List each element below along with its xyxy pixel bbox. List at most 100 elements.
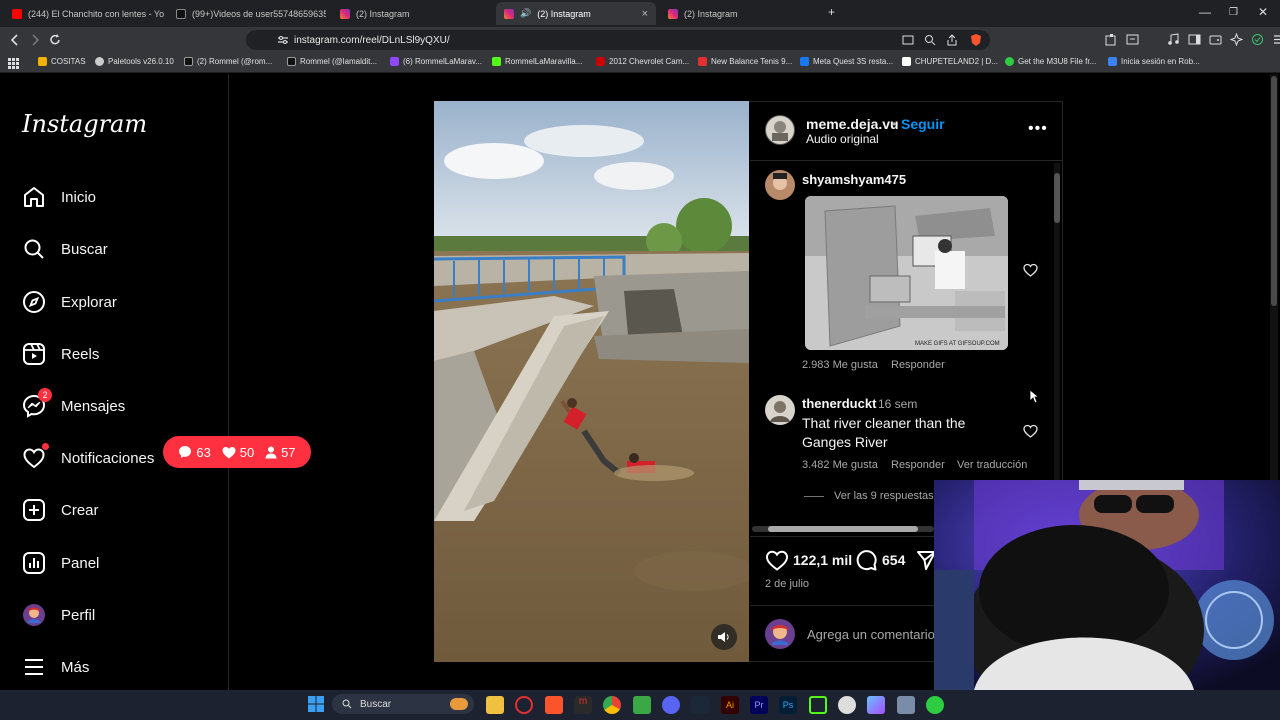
heart-icon[interactable] <box>1023 424 1038 438</box>
avatar[interactable] <box>765 395 795 425</box>
share-icon[interactable] <box>916 549 936 571</box>
address-bar[interactable]: instagram.com/reel/DLnLSl9yQXU/ <box>246 30 990 50</box>
extension-icon[interactable] <box>1126 33 1139 46</box>
comment-icon[interactable] <box>855 549 877 571</box>
leo-ai-icon[interactable] <box>1230 33 1243 46</box>
music-icon[interactable] <box>1167 33 1180 46</box>
extensions-icon[interactable] <box>1105 33 1118 46</box>
close-tab-icon[interactable]: × <box>642 8 648 20</box>
bookmark-item[interactable]: Meta Quest 3S resta... <box>800 57 893 66</box>
discord-icon[interactable] <box>662 696 680 714</box>
add-comment-input[interactable]: Agrega un comentario <box>807 627 935 642</box>
bookmark-item[interactable]: (6) RommelLaMarav... <box>390 57 482 66</box>
view-replies-button[interactable]: Ver las 9 respuestas <box>834 490 934 502</box>
bookmark-item[interactable]: RommelLaMaravilla... <box>492 57 582 66</box>
chrome-icon[interactable] <box>603 696 621 714</box>
avatar[interactable] <box>765 115 795 145</box>
bookmark-item[interactable]: Paletools v26.0.10 <box>95 57 174 66</box>
zoom-icon[interactable] <box>924 34 936 46</box>
scrollbar-thumb[interactable] <box>1054 173 1060 223</box>
scrollbar-thumb[interactable] <box>1271 76 1277 306</box>
premiere-icon[interactable]: Pr <box>750 696 768 714</box>
bookmark-item[interactable]: CHUPETELAND2 | D... <box>902 57 998 66</box>
comment-username[interactable]: shyamshyam475 <box>802 172 906 187</box>
opera-icon[interactable] <box>515 696 533 714</box>
comment-gif[interactable]: MAKE GIFS AT GIFSOUP.COM <box>805 196 1008 350</box>
comments-scrollbar[interactable] <box>1054 163 1060 523</box>
kick-icon[interactable] <box>809 696 827 714</box>
app-icon[interactable]: m <box>574 696 592 714</box>
forward-icon[interactable] <box>29 33 41 47</box>
avatar[interactable] <box>765 170 795 200</box>
bookmark-item[interactable]: Inicia sesión en Rob... <box>1108 57 1200 66</box>
menu-icon[interactable] <box>1272 33 1280 46</box>
browser-tab[interactable]: (99+)Videos de user55748659635 (@ <box>168 2 326 25</box>
site-settings-icon[interactable] <box>277 35 289 45</box>
vpn-icon[interactable] <box>1251 33 1264 46</box>
nav-item-create[interactable]: Crear <box>22 498 99 522</box>
volume-button[interactable] <box>711 624 737 650</box>
notifications-summary-pill[interactable]: 63 50 57 <box>163 436 311 468</box>
like-icon[interactable] <box>765 549 789 571</box>
apps-grid-icon[interactable] <box>8 58 19 69</box>
more-options-icon[interactable]: ••• <box>1028 120 1048 138</box>
follow-button[interactable]: Seguir <box>901 116 945 132</box>
illustrator-icon[interactable]: Ai <box>721 696 739 714</box>
instagram-logo[interactable]: Instagram <box>22 110 147 138</box>
audio-link[interactable]: Audio original <box>806 132 879 146</box>
heart-icon[interactable] <box>1023 263 1038 277</box>
share-icon[interactable] <box>946 34 958 46</box>
nav-item-search[interactable]: Buscar <box>22 237 108 261</box>
url-text[interactable]: instagram.com/reel/DLnLSl9yQXU/ <box>294 35 450 46</box>
browser-tab-active[interactable]: 🔊 (2) Instagram × <box>496 2 656 25</box>
bookmark-item[interactable]: Get the M3U8 File fr... <box>1005 57 1096 66</box>
browser-tab[interactable]: (244) El Chanchito con lentes - YouTu <box>4 2 164 25</box>
sidebar-icon[interactable] <box>1188 33 1201 46</box>
reload-icon[interactable] <box>48 33 62 47</box>
comment-likes[interactable]: 2.983 Me gusta <box>802 359 878 371</box>
horizontal-scrollbar[interactable] <box>752 526 934 532</box>
scrollbar-thumb[interactable] <box>768 526 918 532</box>
brave-shield-icon[interactable] <box>970 33 982 47</box>
post-username[interactable]: meme.deja.vu <box>806 116 899 132</box>
browser-tab[interactable]: (2) Instagram <box>332 2 492 25</box>
app-icon[interactable] <box>897 696 915 714</box>
nav-item-explore[interactable]: Explorar <box>22 290 117 314</box>
bookmark-item[interactable]: (2) Rommel (@rom... <box>184 57 272 66</box>
reply-button[interactable]: Responder <box>891 359 945 371</box>
app-icon[interactable] <box>838 696 856 714</box>
close-window-icon[interactable]: ✕ <box>1258 5 1268 19</box>
taskbar-search[interactable]: Buscar <box>332 694 474 714</box>
nav-item-more[interactable]: Más <box>22 655 89 679</box>
reel-video[interactable] <box>434 101 749 662</box>
back-icon[interactable] <box>9 33 21 47</box>
cast-icon[interactable] <box>902 35 914 45</box>
reply-button[interactable]: Responder <box>891 459 945 471</box>
nav-item-notifications[interactable]: Notificaciones <box>22 443 154 470</box>
comment-username[interactable]: thenerduckt <box>802 396 876 411</box>
windows-start-icon[interactable] <box>308 696 324 712</box>
speaker-icon[interactable]: 🔊 <box>520 8 531 19</box>
photoshop-icon[interactable]: Ps <box>779 696 797 714</box>
bookmark-folder[interactable]: COSITAS <box>38 57 86 66</box>
comment-count[interactable]: 654 <box>882 552 905 568</box>
minimize-icon[interactable]: — <box>1199 5 1211 19</box>
bookmark-item[interactable]: New Balance Tenis 9... <box>698 57 792 66</box>
bookmark-item[interactable]: 2012 Chevrolet Cam... <box>596 57 689 66</box>
avatar[interactable] <box>765 619 795 649</box>
app-icon[interactable] <box>633 696 651 714</box>
app-icon[interactable] <box>926 696 944 714</box>
steam-icon[interactable] <box>691 696 709 714</box>
comment-likes[interactable]: 3.482 Me gusta <box>802 459 878 471</box>
nav-item-home[interactable]: Inicio <box>22 185 96 209</box>
copilot-icon[interactable] <box>867 696 885 714</box>
new-tab-button[interactable]: + <box>828 5 835 19</box>
like-count[interactable]: 122,1 mil <box>793 552 852 568</box>
wallet-icon[interactable] <box>1209 33 1222 46</box>
nav-item-messages[interactable]: 2 Mensajes <box>22 388 125 418</box>
nav-item-profile[interactable]: Perfil <box>22 603 95 627</box>
translate-button[interactable]: Ver traducción <box>957 459 1027 471</box>
maximize-icon[interactable]: ❐ <box>1229 7 1238 18</box>
nav-item-reels[interactable]: Reels <box>22 342 99 366</box>
file-explorer-icon[interactable] <box>486 696 504 714</box>
